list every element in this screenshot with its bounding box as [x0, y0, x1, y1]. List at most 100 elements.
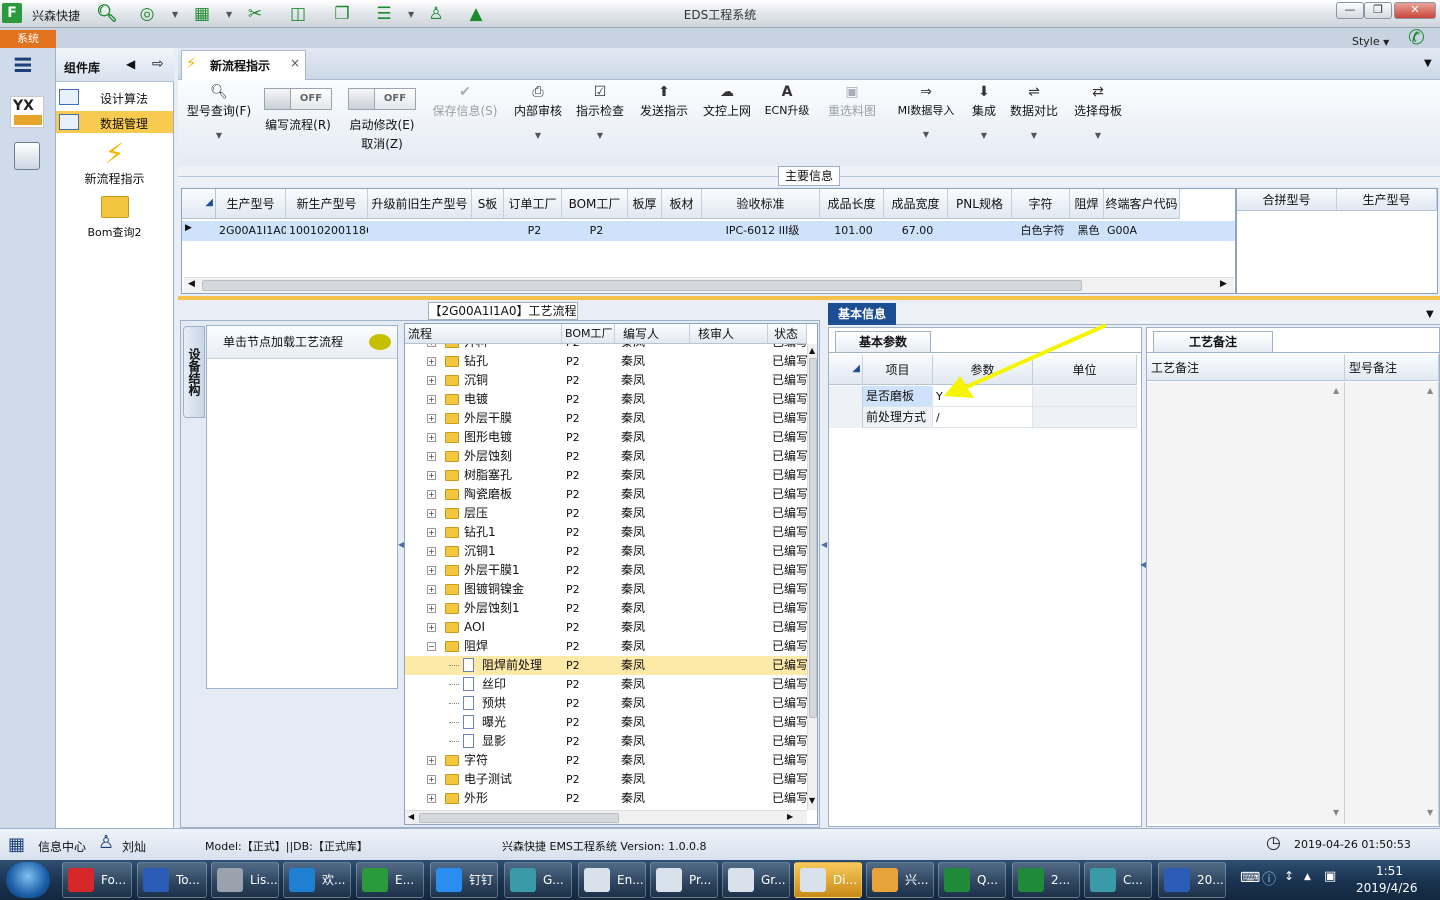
col-header[interactable]: BOM工厂: [562, 189, 628, 219]
taskbar-item[interactable]: En...: [578, 862, 646, 898]
expand-icon[interactable]: +: [427, 794, 436, 803]
write-flow-switch[interactable]: OFF 编写流程(R): [258, 84, 338, 160]
comp-item-data[interactable]: 数据管理: [56, 111, 173, 133]
expand-icon[interactable]: +: [427, 756, 436, 765]
expand-icon[interactable]: +: [427, 357, 436, 366]
instruction-check-button[interactable]: ☑ 指示检查 ▼: [570, 84, 630, 160]
tree-row[interactable]: + 层压 P2 秦凤 已编写: [405, 504, 807, 523]
keyboard-icon[interactable]: ⌨: [1240, 870, 1260, 886]
col-header[interactable]: 项目: [863, 355, 933, 385]
vertical-scrollbar[interactable]: ▲ ▼: [807, 344, 817, 810]
tab-basic-params[interactable]: 基本参数: [835, 331, 931, 352]
taskbar-item[interactable]: 20...: [1158, 862, 1226, 898]
col-header[interactable]: PNL规格: [948, 189, 1012, 219]
taskbar-item[interactable]: G...: [504, 862, 572, 898]
taskbar-time[interactable]: 1:51: [1376, 864, 1403, 878]
scroll-thumb[interactable]: [419, 813, 619, 823]
chevron-down-icon[interactable]: ▼: [1426, 309, 1434, 320]
chevron-down-icon[interactable]: ▼: [892, 130, 960, 139]
ecn-upgrade-button[interactable]: A ECN升级: [760, 84, 814, 160]
network-icon[interactable]: ↕: [1284, 869, 1294, 883]
taskbar-item[interactable]: 兴...: [866, 862, 934, 898]
tab-basic-info[interactable]: 基本信息: [828, 303, 896, 325]
tree-row[interactable]: 丝印 P2 秦凤 已编写: [405, 675, 807, 694]
col-header[interactable]: 生产型号: [1337, 189, 1437, 211]
data-compare-button[interactable]: ⇌ 数据对比 ▼: [1006, 84, 1062, 160]
info-center-link[interactable]: 信息中心: [38, 838, 86, 855]
chevron-down-icon[interactable]: ▼: [508, 131, 568, 140]
grid-cell[interactable]: [628, 221, 662, 241]
tree-row[interactable]: + 外层干膜1 P2 秦凤 已编写: [405, 561, 807, 580]
chevron-down-icon[interactable]: ▼: [570, 131, 630, 140]
tree-row[interactable]: + 外层蚀刻1 P2 秦凤 已编写: [405, 599, 807, 618]
col-header[interactable]: 板厚: [628, 189, 662, 219]
tab-close-icon[interactable]: ×: [290, 56, 300, 70]
col-header[interactable]: 核审人: [690, 324, 768, 344]
tree-row[interactable]: 显影 P2 秦凤 已编写: [405, 732, 807, 751]
expand-icon[interactable]: +: [427, 471, 436, 480]
menu-icon[interactable]: ≡: [12, 50, 34, 80]
start-button[interactable]: [6, 862, 50, 898]
expand-icon[interactable]: +: [427, 414, 436, 423]
expand-icon[interactable]: +: [427, 528, 436, 537]
grid-cell[interactable]: [948, 221, 1012, 241]
tree-row[interactable]: + 电镀 P2 秦凤 已编写: [405, 390, 807, 409]
chevron-down-icon[interactable]: ▼: [1068, 131, 1128, 140]
chevron-down-icon[interactable]: ▼: [1006, 131, 1062, 140]
tile-bom-query[interactable]: Bom查询2: [56, 196, 173, 242]
system-menu[interactable]: 系统: [0, 30, 56, 48]
scroll-down-icon[interactable]: ▼: [1427, 808, 1433, 817]
model-query-button[interactable]: 🔍︎ 型号查询(F) ▼: [182, 84, 256, 160]
grid-cell[interactable]: P2: [562, 221, 628, 241]
tree-row[interactable]: + 图形电镀 P2 秦凤 已编写: [405, 428, 807, 447]
tree-row[interactable]: 预烘 P2 秦凤 已编写: [405, 694, 807, 713]
model-note-text[interactable]: ▲ ▼: [1345, 382, 1439, 824]
comp-item-design[interactable]: 设计算法: [56, 86, 173, 108]
scroll-up-icon[interactable]: ▲: [809, 346, 815, 355]
taskbar-item[interactable]: Pr...: [650, 862, 718, 898]
grid-cell[interactable]: IPC-6012 III级: [702, 221, 820, 241]
scroll-up-icon[interactable]: ▲: [1427, 386, 1433, 395]
taskbar-item[interactable]: Gr...: [722, 862, 790, 898]
horizontal-scrollbar[interactable]: ◀ ▶: [405, 810, 807, 824]
tree-row[interactable]: + 钻孔1 P2 秦凤 已编写: [405, 523, 807, 542]
horizontal-splitter[interactable]: [178, 296, 1440, 300]
app-logo[interactable]: YX: [10, 96, 44, 128]
grid-cell[interactable]: P2: [504, 221, 562, 241]
tree-row[interactable]: + 沉铜1 P2 秦凤 已编写: [405, 542, 807, 561]
collapse-icon[interactable]: −: [427, 642, 436, 651]
vertical-tab-equipment[interactable]: 设备结构: [183, 326, 205, 418]
mi-import-button[interactable]: ⇒ MI数据导入 ▼: [892, 84, 960, 160]
taskbar-item[interactable]: 欢...: [283, 862, 351, 898]
taskbar-item[interactable]: 2...: [1012, 862, 1080, 898]
chevron-down-icon[interactable]: ▼: [1424, 58, 1432, 69]
save-info-button[interactable]: ✔ 保存信息(S): [428, 84, 502, 160]
tree-row[interactable]: 阻焊前处理 P2 秦凤 已编写: [405, 656, 807, 675]
tree-row[interactable]: + 陶瓷磨板 P2 秦凤 已编写: [405, 485, 807, 504]
col-header[interactable]: 状态: [768, 324, 807, 344]
tree-row[interactable]: + 沉铜 P2 秦凤 已编写: [405, 371, 807, 390]
taskbar-item[interactable]: C...: [1084, 862, 1152, 898]
expand-icon[interactable]: +: [427, 585, 436, 594]
col-header[interactable]: 新生产型号: [286, 189, 368, 219]
col-header[interactable]: 板材: [662, 189, 702, 219]
tree-row[interactable]: + 外形 P2 秦凤 已编写: [405, 789, 807, 808]
expand-icon[interactable]: +: [427, 376, 436, 385]
scroll-right-icon[interactable]: ▶: [787, 812, 793, 821]
col-header[interactable]: S板: [472, 189, 504, 219]
node-load-header[interactable]: 单击节点加载工艺流程: [207, 326, 397, 359]
collapse-left-icon[interactable]: ◀: [126, 57, 135, 71]
tree-row[interactable]: + 字符 P2 秦凤 已编写: [405, 751, 807, 770]
taskbar-item[interactable]: E...: [356, 862, 424, 898]
tree-row[interactable]: 曝光 P2 秦凤 已编写: [405, 713, 807, 732]
tree-row[interactable]: + 开料 P2 秦凤 已编写: [405, 344, 807, 352]
taskbar-item[interactable]: To...: [137, 862, 207, 898]
scroll-left-icon[interactable]: ◀: [188, 279, 195, 289]
tree-row[interactable]: + 电子测试 P2 秦凤 已编写: [405, 770, 807, 789]
integrate-button[interactable]: ⬇ 集成 ▼: [964, 84, 1004, 160]
horizontal-scrollbar[interactable]: ◀ ▶: [184, 277, 1234, 293]
phone-icon[interactable]: ✆: [1408, 25, 1425, 49]
minimize-button[interactable]: —: [1336, 2, 1364, 19]
col-header[interactable]: 阻焊: [1070, 189, 1104, 219]
tray-expand-icon[interactable]: ▲: [1304, 872, 1311, 882]
